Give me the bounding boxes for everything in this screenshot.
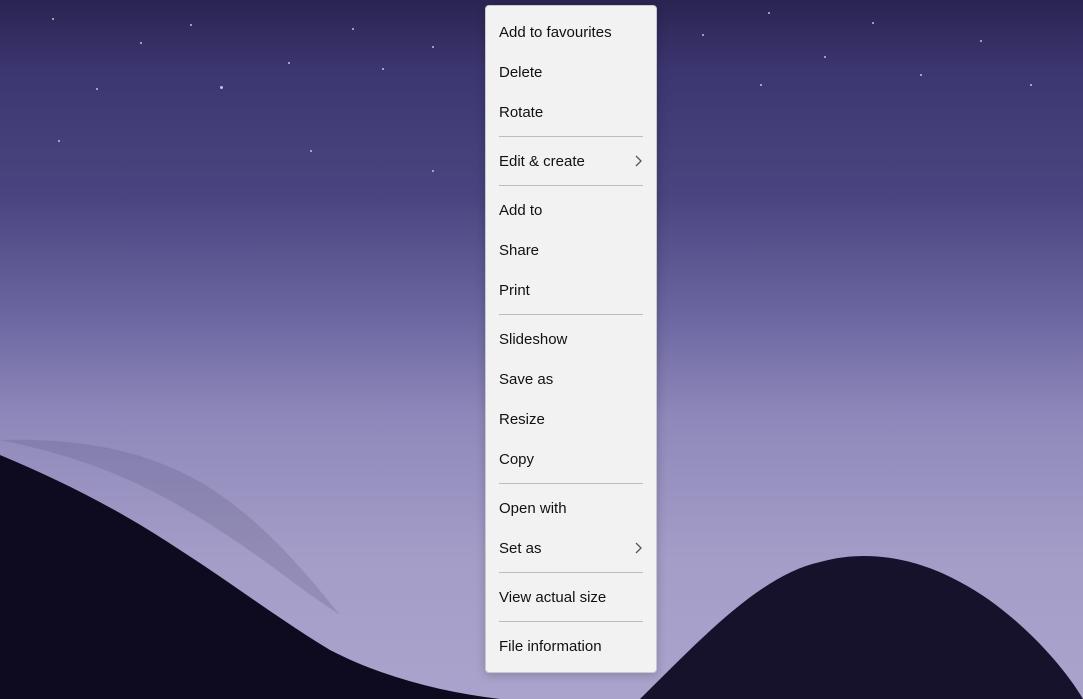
menu-item-share[interactable]: Share: [499, 230, 643, 270]
wallpaper-background: Add to favourites Delete Rotate Edit & c…: [0, 0, 1083, 699]
context-menu: Add to favourites Delete Rotate Edit & c…: [485, 5, 657, 673]
menu-item-label: Open with: [499, 500, 567, 517]
menu-divider: [499, 136, 643, 137]
menu-item-label: File information: [499, 638, 602, 655]
menu-item-resize[interactable]: Resize: [499, 399, 643, 439]
chevron-right-icon: [635, 155, 643, 167]
menu-divider: [499, 621, 643, 622]
menu-item-label: Share: [499, 242, 539, 259]
menu-item-label: Resize: [499, 411, 545, 428]
menu-item-rotate[interactable]: Rotate: [499, 92, 643, 132]
menu-item-label: Edit & create: [499, 153, 585, 170]
menu-item-label: Slideshow: [499, 331, 567, 348]
menu-divider: [499, 483, 643, 484]
chevron-right-icon: [635, 542, 643, 554]
menu-item-edit-and-create[interactable]: Edit & create: [499, 141, 643, 181]
menu-item-copy[interactable]: Copy: [499, 439, 643, 479]
menu-item-label: Copy: [499, 451, 534, 468]
menu-item-save-as[interactable]: Save as: [499, 359, 643, 399]
menu-item-add-to-favourites[interactable]: Add to favourites: [499, 12, 643, 52]
menu-item-label: Add to favourites: [499, 24, 612, 41]
menu-item-delete[interactable]: Delete: [499, 52, 643, 92]
menu-divider: [499, 314, 643, 315]
menu-item-label: Add to: [499, 202, 542, 219]
menu-item-view-actual-size[interactable]: View actual size: [499, 577, 643, 617]
menu-item-add-to[interactable]: Add to: [499, 190, 643, 230]
menu-item-slideshow[interactable]: Slideshow: [499, 319, 643, 359]
menu-item-label: View actual size: [499, 589, 606, 606]
menu-item-label: Set as: [499, 540, 542, 557]
menu-item-label: Rotate: [499, 104, 543, 121]
menu-divider: [499, 185, 643, 186]
menu-item-label: Delete: [499, 64, 542, 81]
menu-item-file-information[interactable]: File information: [499, 626, 643, 666]
menu-item-label: Print: [499, 282, 530, 299]
menu-item-print[interactable]: Print: [499, 270, 643, 310]
menu-divider: [499, 572, 643, 573]
menu-item-open-with[interactable]: Open with: [499, 488, 643, 528]
menu-item-set-as[interactable]: Set as: [499, 528, 643, 568]
menu-item-label: Save as: [499, 371, 553, 388]
